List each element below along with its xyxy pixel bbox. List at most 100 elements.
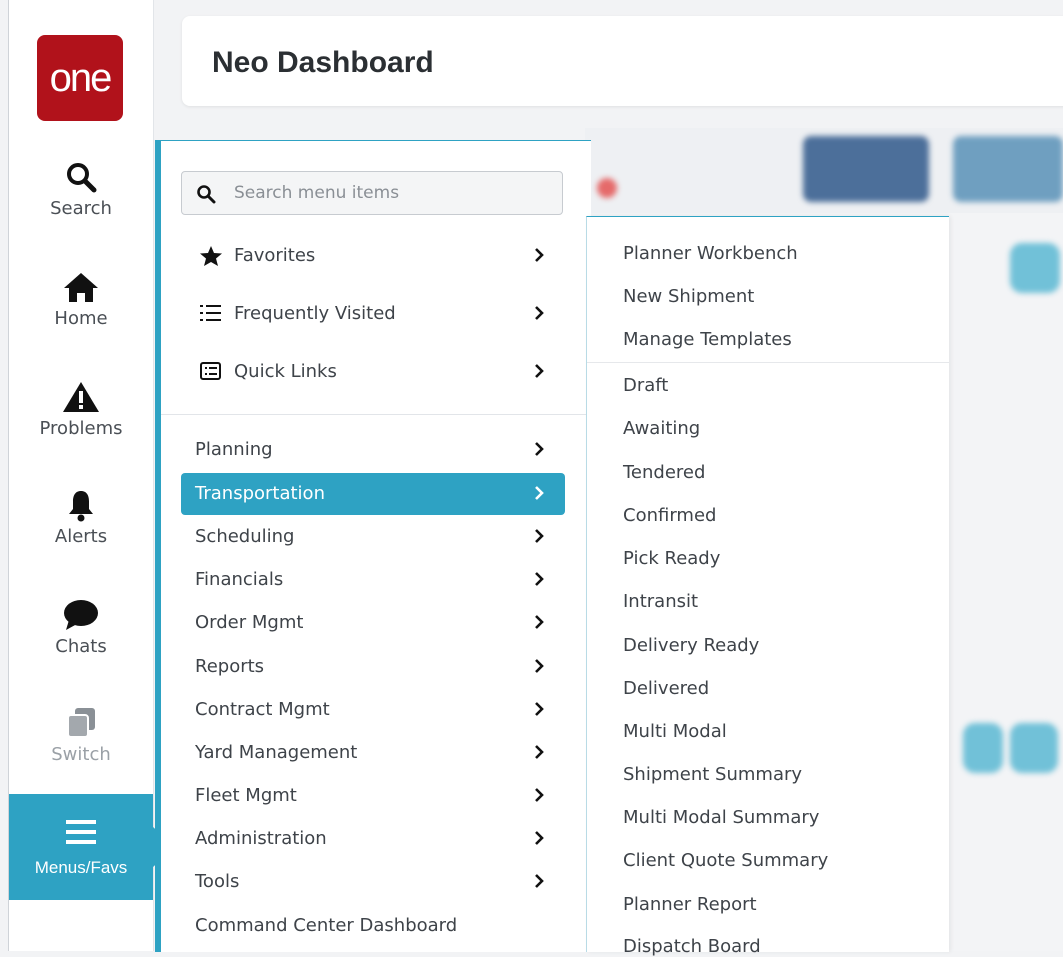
links-icon <box>200 362 221 380</box>
transportation-submenu: Planner Workbench New Shipment Manage Te… <box>586 216 949 957</box>
submenu-item-confirmed[interactable]: Confirmed <box>623 505 716 526</box>
chat-icon <box>64 600 98 630</box>
bell-icon <box>69 491 93 522</box>
nav-alerts[interactable]: Alerts <box>9 488 153 547</box>
submenu-item-tendered[interactable]: Tendered <box>623 462 705 483</box>
menu-item-administration[interactable]: Administration <box>181 818 565 860</box>
bg-blob <box>963 723 1003 773</box>
nav-menus-favs[interactable]: Menus/Favs <box>9 794 175 900</box>
menu-item-label: Favorites <box>234 245 316 266</box>
submenu-item-new-shipment[interactable]: New Shipment <box>623 286 754 307</box>
chevron-right-icon <box>535 529 544 543</box>
left-nav: one Search Home Problems Alerts Chats Sw… <box>8 0 175 951</box>
nav-home-label: Home <box>54 308 108 329</box>
submenu-item-multi-modal-summary[interactable]: Multi Modal Summary <box>623 807 819 828</box>
chevron-right-icon <box>535 831 544 845</box>
bg-blob <box>1010 243 1060 293</box>
background-content <box>585 128 1063 213</box>
menu-item-label: Frequently Visited <box>234 303 396 324</box>
menu-item-label: Financials <box>195 569 284 590</box>
menu-item-planning[interactable]: Planning <box>181 429 565 471</box>
menu-item-label: Transportation <box>195 483 325 504</box>
chevron-right-icon <box>535 306 544 320</box>
submenu-item-pick-ready[interactable]: Pick Ready <box>623 548 720 569</box>
bg-blob <box>1010 723 1058 773</box>
menu-item-label: Contract Mgmt <box>195 699 330 720</box>
menu-item-label: Tools <box>195 871 240 892</box>
menu-item-label: Command Center Dashboard <box>195 915 458 936</box>
chevron-right-icon <box>535 745 544 759</box>
nav-problems[interactable]: Problems <box>9 380 153 439</box>
nav-alerts-label: Alerts <box>54 526 108 547</box>
bg-tile <box>803 136 929 202</box>
menu-item-transportation[interactable]: Transportation <box>181 473 565 515</box>
submenu-item-intransit[interactable]: Intransit <box>623 591 698 612</box>
menu-item-order-mgmt[interactable]: Order Mgmt <box>181 602 565 644</box>
one-logo[interactable]: one <box>37 35 123 121</box>
menu-item-scheduling[interactable]: Scheduling <box>181 516 565 558</box>
menu-panel: Search menu items Favorites Frequently V… <box>155 140 591 952</box>
chevron-right-icon <box>535 572 544 586</box>
menu-icon <box>66 820 96 844</box>
menu-item-label: Administration <box>195 828 327 849</box>
nav-menus-favs-label: Menus/Favs <box>34 858 128 877</box>
menu-item-favorites[interactable]: Favorites <box>181 235 565 277</box>
bg-tile <box>953 136 1063 202</box>
background-content <box>948 213 1063 951</box>
nav-chats-label: Chats <box>55 636 107 657</box>
nav-switch[interactable]: Switch <box>9 706 153 765</box>
search-input[interactable]: Search menu items <box>181 171 563 215</box>
submenu-item-awaiting[interactable]: Awaiting <box>623 418 700 439</box>
submenu-item-client-quote-summary[interactable]: Client Quote Summary <box>623 850 828 871</box>
submenu-item-delivery-ready[interactable]: Delivery Ready <box>623 635 759 656</box>
chevron-right-icon <box>535 442 544 456</box>
list-icon <box>200 305 221 321</box>
switch-icon <box>67 708 95 738</box>
nav-search-label: Search <box>50 198 112 219</box>
nav-home[interactable]: Home <box>9 270 153 329</box>
menu-item-quick-links[interactable]: Quick Links <box>181 351 565 393</box>
submenu-item-planner-workbench[interactable]: Planner Workbench <box>623 243 798 264</box>
nav-switch-label: Switch <box>51 744 111 765</box>
menu-item-frequently-visited[interactable]: Frequently Visited <box>181 293 565 335</box>
chevron-right-icon <box>535 659 544 673</box>
search-icon <box>197 185 216 204</box>
submenu-item-draft[interactable]: Draft <box>623 375 668 396</box>
menu-divider <box>161 414 591 415</box>
page-title: Neo Dashboard <box>212 46 434 79</box>
chevron-right-icon <box>535 615 544 629</box>
nav-search[interactable]: Search <box>9 160 153 219</box>
menu-item-label: Planning <box>195 439 273 460</box>
menu-item-label: Yard Management <box>195 742 358 763</box>
search-placeholder: Search menu items <box>234 183 400 203</box>
chevron-right-icon <box>535 486 544 500</box>
menu-item-reports[interactable]: Reports <box>181 646 565 688</box>
submenu-item-delivered[interactable]: Delivered <box>623 678 709 699</box>
submenu-item-planner-report[interactable]: Planner Report <box>623 894 757 915</box>
chevron-right-icon <box>535 702 544 716</box>
page-header: Neo Dashboard <box>182 16 1063 106</box>
menu-item-label: Order Mgmt <box>195 612 304 633</box>
chevron-right-icon <box>535 874 544 888</box>
menu-item-label: Reports <box>195 656 265 677</box>
chevron-right-icon <box>535 248 544 262</box>
submenu-item-shipment-summary[interactable]: Shipment Summary <box>623 764 802 785</box>
menu-item-command-center-dashboard[interactable]: Command Center Dashboard <box>181 905 565 947</box>
menu-item-contract-mgmt[interactable]: Contract Mgmt <box>181 689 565 731</box>
search-icon <box>67 163 97 193</box>
chevron-right-icon <box>535 788 544 802</box>
menu-item-tools[interactable]: Tools <box>181 861 565 903</box>
submenu-item-manage-templates[interactable]: Manage Templates <box>623 329 792 350</box>
submenu-item-dispatch-board[interactable]: Dispatch Board <box>623 936 761 957</box>
menu-item-financials[interactable]: Financials <box>181 559 565 601</box>
menu-item-fleet-mgmt[interactable]: Fleet Mgmt <box>181 775 565 817</box>
menu-item-label: Scheduling <box>195 526 295 547</box>
logo-text: one <box>49 55 113 100</box>
submenu-item-multi-modal[interactable]: Multi Modal <box>623 721 727 742</box>
home-icon <box>64 273 98 302</box>
nav-chats[interactable]: Chats <box>9 598 153 657</box>
menu-item-yard-management[interactable]: Yard Management <box>181 732 565 774</box>
chevron-right-icon <box>535 364 544 378</box>
star-icon <box>200 246 222 266</box>
submenu-divider <box>587 362 949 363</box>
